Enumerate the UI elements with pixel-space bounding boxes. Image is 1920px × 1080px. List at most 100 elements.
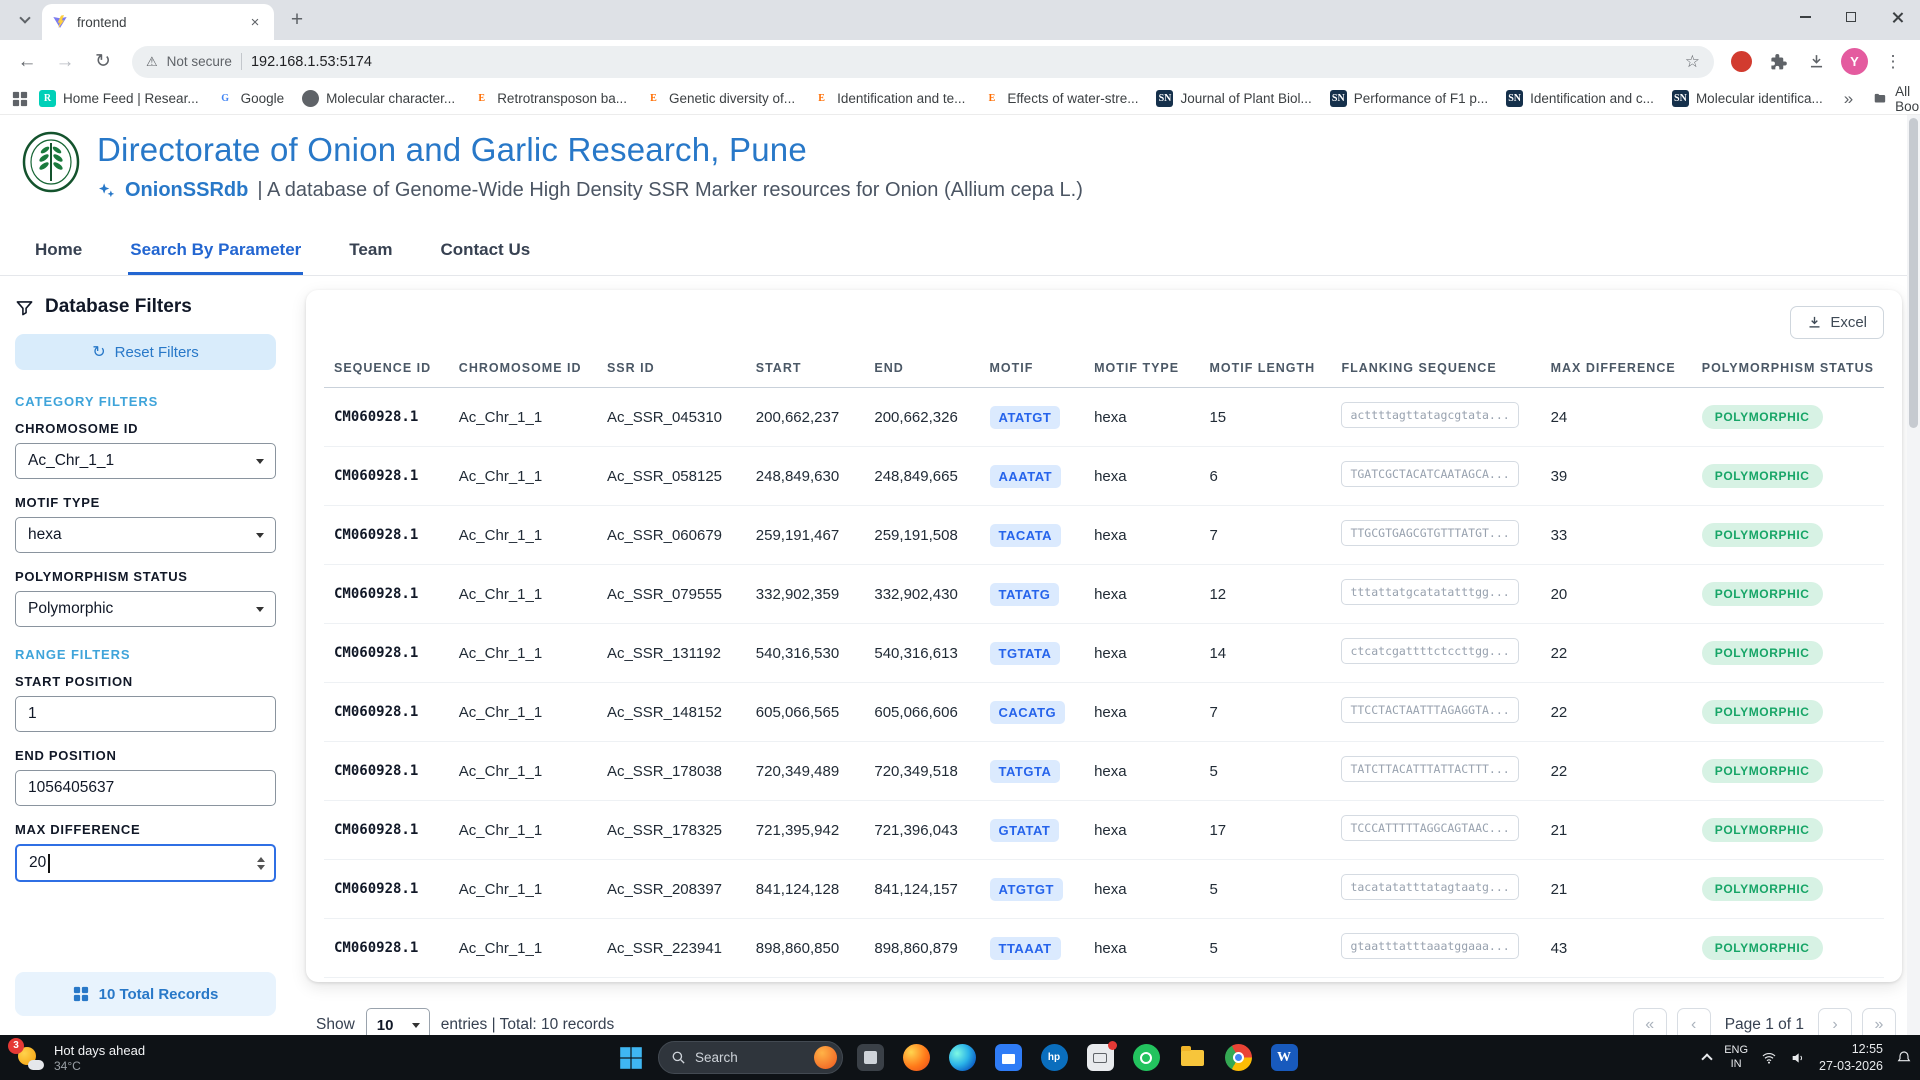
cell-motif-length: 5 xyxy=(1199,919,1331,978)
cell-motif-type: hexa xyxy=(1084,919,1199,978)
cell-flanking-sequence: gtaatttatttaaatggaaa... xyxy=(1331,919,1540,978)
browser-tab[interactable]: frontend × xyxy=(42,4,274,40)
prev-page-button[interactable]: ‹ xyxy=(1677,1008,1711,1035)
hidden-icons-chevron[interactable] xyxy=(1702,1053,1713,1064)
polymorphism-status-select[interactable]: Polymorphic xyxy=(15,591,276,627)
max-difference-input[interactable]: 20 xyxy=(15,844,276,882)
motif-badge: AAATAT xyxy=(990,465,1062,488)
bookmark-item[interactable]: ERetrotransposon ba... xyxy=(464,86,636,111)
reload-button[interactable]: ↻ xyxy=(86,45,120,79)
first-page-button[interactable]: « xyxy=(1633,1008,1667,1035)
scrollbar-thumb[interactable] xyxy=(1909,118,1918,428)
extensions-button[interactable] xyxy=(1761,45,1795,79)
taskbar-app-store[interactable] xyxy=(989,1039,1027,1077)
tab-close-icon[interactable]: × xyxy=(246,13,264,31)
cell-motif-length: 7 xyxy=(1199,683,1331,742)
window-minimize-button[interactable] xyxy=(1782,0,1828,34)
url-text[interactable]: 192.168.1.53:5174 xyxy=(251,54,1676,70)
taskbar-app-hp[interactable]: hp xyxy=(1035,1039,1073,1077)
downloads-button[interactable] xyxy=(1799,45,1833,79)
cell-motif: TATATG xyxy=(980,565,1085,624)
bookmark-favicon: E xyxy=(473,90,490,107)
volume-icon[interactable] xyxy=(1790,1050,1806,1066)
nav-item-search-by-parameter[interactable]: Search By Parameter xyxy=(128,227,303,275)
taskbar-app-word[interactable]: W xyxy=(1265,1039,1303,1077)
polymorphism-status-badge: POLYMORPHIC xyxy=(1702,936,1823,960)
all-bookmarks-button[interactable]: All Bookmarks xyxy=(1865,80,1920,118)
cell-motif: CACATG xyxy=(980,683,1085,742)
motif-type-select[interactable]: hexa xyxy=(15,517,276,553)
bookmark-item[interactable]: RHome Feed | Resear... xyxy=(30,86,208,111)
last-page-button[interactable]: » xyxy=(1862,1008,1896,1035)
page-scrollbar[interactable] xyxy=(1907,115,1920,1035)
taskbar-app-mail[interactable] xyxy=(1081,1039,1119,1077)
next-page-button[interactable]: › xyxy=(1818,1008,1852,1035)
bookmarks-overflow-button[interactable]: » xyxy=(1834,89,1863,109)
forward-button[interactable]: → xyxy=(48,45,82,79)
bookmark-item[interactable]: SNMolecular identifica... xyxy=(1663,86,1832,111)
table-row: CM060928.1Ac_Chr_1_1Ac_SSR_148152605,066… xyxy=(324,683,1884,742)
new-tab-button[interactable]: + xyxy=(282,5,312,35)
bookmark-item[interactable]: EIdentification and te... xyxy=(804,86,974,111)
end-position-input[interactable]: 1056405637 xyxy=(15,770,276,806)
cell-motif: TATGTA xyxy=(980,742,1085,801)
list-footer: Show 10 entries | Total: 10 records « ‹ … xyxy=(306,982,1902,1035)
bookmark-label: Home Feed | Resear... xyxy=(63,91,199,106)
taskbar-app-chrome[interactable] xyxy=(1219,1039,1257,1077)
cell-max-difference: 33 xyxy=(1541,506,1692,565)
apps-grid-button[interactable] xyxy=(12,86,28,112)
flanking-sequence-box: TTGCGTGAGCGTGTTTATGT... xyxy=(1341,520,1518,546)
start-position-input[interactable]: 1 xyxy=(15,696,276,732)
bookmark-item[interactable]: SNJournal of Plant Biol... xyxy=(1147,86,1320,111)
polymorphism-status-badge: POLYMORPHIC xyxy=(1702,405,1823,429)
security-label[interactable]: Not secure xyxy=(167,54,232,69)
window-close-button[interactable] xyxy=(1874,0,1920,34)
table-row: CM060928.1Ac_Chr_1_1Ac_SSR_178038720,349… xyxy=(324,742,1884,801)
taskbar-app-taskview[interactable] xyxy=(851,1039,889,1077)
taskbar-app-edge[interactable] xyxy=(943,1039,981,1077)
start-button[interactable] xyxy=(612,1039,650,1077)
bookmark-item[interactable]: SNPerformance of F1 p... xyxy=(1321,86,1497,111)
cell-chromosome-id: Ac_Chr_1_1 xyxy=(449,801,597,860)
cell-motif-type: hexa xyxy=(1084,801,1199,860)
nav-item-home[interactable]: Home xyxy=(33,227,84,275)
filters-header: Database Filters xyxy=(15,296,276,318)
notification-bell-icon[interactable] xyxy=(1896,1050,1912,1066)
window-maximize-button[interactable] xyxy=(1828,0,1874,34)
chromosome-id-select[interactable]: Ac_Chr_1_1 xyxy=(15,443,276,479)
polymorphism-status-badge: POLYMORPHIC xyxy=(1702,700,1823,724)
cell-ssr-id: Ac_SSR_079555 xyxy=(597,565,746,624)
cell-motif-length: 12 xyxy=(1199,565,1331,624)
excel-export-button[interactable]: Excel xyxy=(1790,306,1884,339)
address-bar[interactable]: ⚠ Not secure 192.168.1.53:5174 ☆ xyxy=(132,46,1714,78)
number-spinner[interactable] xyxy=(257,846,265,880)
taskbar-app-whatsapp[interactable] xyxy=(1127,1039,1165,1077)
bookmark-item[interactable]: Molecular character... xyxy=(293,86,464,111)
taskbar-weather-widget[interactable]: 3 Hot days ahead 34°C xyxy=(6,1035,155,1080)
notification-count-badge: 3 xyxy=(8,1038,24,1054)
clock-time: 12:55 xyxy=(1819,1041,1883,1058)
network-icon[interactable] xyxy=(1761,1050,1777,1066)
taskbar-app-file-explorer[interactable] xyxy=(1173,1039,1211,1077)
nav-item-team[interactable]: Team xyxy=(347,227,394,275)
bookmark-item[interactable]: EGenetic diversity of... xyxy=(636,86,804,111)
bookmark-item[interactable]: GGoogle xyxy=(208,86,294,111)
page-size-select[interactable]: 10 xyxy=(366,1008,430,1035)
taskbar-search-box[interactable]: Search xyxy=(658,1041,843,1074)
tab-search-button[interactable] xyxy=(10,5,40,35)
cell-motif: TACATA xyxy=(980,506,1085,565)
reset-filters-button[interactable]: ↻ Reset Filters xyxy=(15,334,276,370)
language-indicator[interactable]: ENG IN xyxy=(1724,1044,1748,1072)
bookmark-item[interactable]: SNIdentification and c... xyxy=(1497,86,1663,111)
taskbar-clock[interactable]: 12:55 27-03-2026 xyxy=(1819,1041,1883,1075)
bookmark-star-icon[interactable]: ☆ xyxy=(1685,52,1700,72)
nav-item-contact-us[interactable]: Contact Us xyxy=(438,227,532,275)
adblock-extension-icon[interactable] xyxy=(1731,51,1752,72)
browser-menu-button[interactable]: ⋮ xyxy=(1876,45,1910,79)
weather-text: Hot days ahead 34°C xyxy=(54,1043,145,1073)
back-button[interactable]: ← xyxy=(10,45,44,79)
database-name[interactable]: OnionSSRdb xyxy=(125,179,248,202)
bookmark-item[interactable]: EEffects of water-stre... xyxy=(974,86,1147,111)
taskbar-app-firefox[interactable] xyxy=(897,1039,935,1077)
profile-avatar[interactable]: Y xyxy=(1841,48,1868,75)
